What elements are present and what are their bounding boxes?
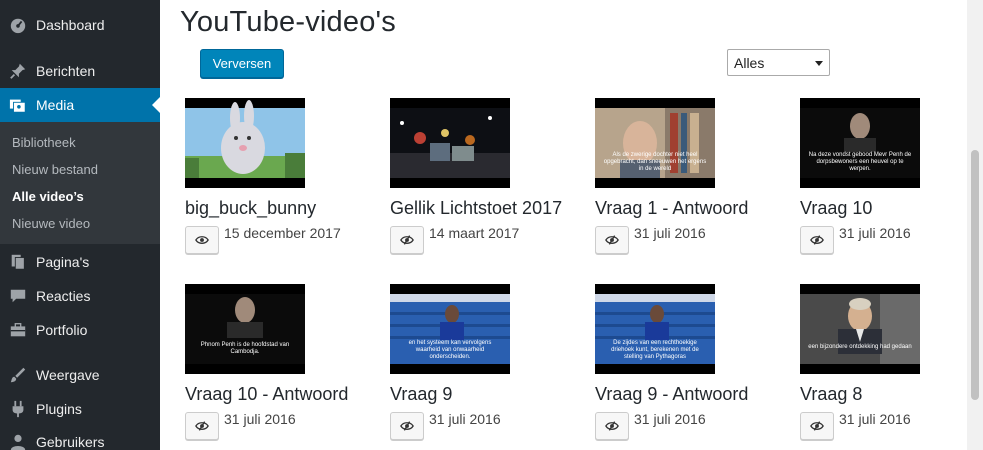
video-title[interactable]: Vraag 9	[390, 385, 575, 404]
menu-label-reacties: Reacties	[36, 288, 91, 304]
visibility-toggle-button[interactable]	[595, 226, 629, 254]
dashboard-icon	[8, 15, 28, 35]
video-card: big_buck_bunny 15 december 2017	[185, 98, 370, 254]
video-card: De zijdes van een rechthoekige driehoek …	[595, 284, 780, 440]
visibility-toggle-button[interactable]	[185, 226, 219, 254]
admin-sidebar: Dashboard Berichten Media Bibliotheek Ni…	[0, 0, 160, 450]
video-date: 14 maart 2017	[429, 225, 520, 241]
users-icon	[8, 432, 28, 450]
video-date: 15 december 2017	[224, 225, 341, 241]
video-card: Na deze vondst gebood Mevr Penh de dorps…	[800, 98, 983, 254]
video-thumbnail[interactable]: Na deze vondst gebood Mevr Penh de dorps…	[800, 98, 920, 188]
eye-slash-icon	[195, 421, 209, 431]
video-date: 31 juli 2016	[634, 225, 706, 241]
eye-slash-icon	[400, 235, 414, 245]
menu-item-plugins[interactable]: Plugins	[0, 392, 160, 426]
video-date: 31 juli 2016	[224, 411, 296, 427]
video-date: 31 juli 2016	[839, 411, 911, 427]
video-caption: De zijdes van een rechthoekige driehoek …	[611, 340, 699, 360]
video-thumbnail[interactable]: Als de zwerige dochter niet heel opgebra…	[595, 98, 715, 188]
eye-slash-icon	[810, 421, 824, 431]
video-thumbnail[interactable]: een bijzondere ontdekking had gedaan	[800, 284, 920, 374]
menu-label-gebruikers: Gebruikers	[36, 434, 105, 450]
video-date: 31 juli 2016	[634, 411, 706, 427]
menu-item-berichten[interactable]: Berichten	[0, 54, 160, 88]
video-caption: een bijzondere ontdekking had gedaan	[808, 344, 912, 350]
chevron-down-icon	[815, 61, 823, 66]
page-title: YouTube-video's	[180, 6, 396, 38]
plugins-icon	[8, 399, 28, 419]
refresh-button[interactable]: Verversen	[200, 49, 284, 78]
eye-slash-icon	[400, 421, 414, 431]
video-thumbnail[interactable]: De zijdes van een rechthoekige driehoek …	[595, 284, 715, 374]
pages-icon	[8, 252, 28, 272]
video-title[interactable]: Vraag 10	[800, 199, 983, 218]
media-icon	[8, 95, 28, 115]
pin-icon	[8, 61, 28, 81]
video-title[interactable]: Vraag 1 - Antwoord	[595, 199, 780, 218]
video-title[interactable]: Gellik Lichtstoet 2017	[390, 199, 575, 218]
visibility-toggle-button[interactable]	[800, 226, 834, 254]
media-submenu: Bibliotheek Nieuw bestand Alle video’s N…	[0, 122, 160, 244]
menu-item-weergave[interactable]: Weergave	[0, 358, 160, 392]
portfolio-icon	[8, 320, 28, 340]
video-card: Als de zwerige dochter niet heel opgebra…	[595, 98, 780, 254]
scrollbar-thumb[interactable]	[971, 150, 979, 400]
video-caption: en het systeem kan vervolgens waarheid v…	[408, 340, 492, 360]
visibility-toggle-button[interactable]	[185, 412, 219, 440]
submenu-nieuwe-video[interactable]: Nieuwe video	[12, 216, 90, 231]
submenu-bibliotheek[interactable]: Bibliotheek	[12, 135, 76, 150]
eye-slash-icon	[605, 421, 619, 431]
eye-icon	[195, 236, 209, 244]
video-card: een bijzondere ontdekking had gedaan Vra…	[800, 284, 983, 440]
visibility-toggle-button[interactable]	[800, 412, 834, 440]
video-date: 31 juli 2016	[429, 411, 501, 427]
video-title[interactable]: big_buck_bunny	[185, 199, 370, 218]
video-caption: Na deze vondst gebood Mevr Penh de dorps…	[808, 152, 912, 172]
visibility-toggle-button[interactable]	[390, 226, 424, 254]
video-title[interactable]: Vraag 10 - Antwoord	[185, 385, 370, 404]
video-card: en het systeem kan vervolgens waarheid v…	[390, 284, 575, 440]
video-title[interactable]: Vraag 8	[800, 385, 983, 404]
video-card: Phnom Penh is de hoofdstad van Cambodja.…	[185, 284, 370, 440]
menu-item-media[interactable]: Media	[0, 88, 160, 122]
video-thumbnail[interactable]	[390, 98, 510, 188]
menu-label-portfolio: Portfolio	[36, 322, 88, 338]
menu-label-plugins: Plugins	[36, 401, 82, 417]
menu-item-dashboard[interactable]: Dashboard	[0, 8, 160, 42]
video-date: 31 juli 2016	[839, 225, 911, 241]
menu-item-reacties[interactable]: Reacties	[0, 279, 160, 313]
menu-label-paginas: Pagina's	[36, 254, 90, 270]
video-thumbnail[interactable]: en het systeem kan vervolgens waarheid v…	[390, 284, 510, 374]
menu-item-gebruikers[interactable]: Gebruikers	[0, 425, 160, 450]
menu-label-media: Media	[36, 97, 75, 113]
video-caption: Phnom Penh is de hoofdstad van Cambodja.	[200, 342, 290, 355]
visibility-toggle-button[interactable]	[390, 412, 424, 440]
filter-select-value: Alles	[734, 54, 765, 71]
submenu-alle-videos[interactable]: Alle video’s	[12, 189, 84, 204]
filter-select[interactable]: Alles	[727, 49, 830, 76]
appearance-icon	[8, 365, 28, 385]
comments-icon	[8, 286, 28, 306]
video-card: Gellik Lichtstoet 2017 14 maart 2017	[390, 98, 575, 254]
menu-label-berichten: Berichten	[36, 63, 96, 79]
visibility-toggle-button[interactable]	[595, 412, 629, 440]
menu-item-paginas[interactable]: Pagina's	[0, 245, 160, 279]
submenu-nieuw-bestand[interactable]: Nieuw bestand	[12, 162, 98, 177]
eye-slash-icon	[810, 235, 824, 245]
video-thumbnail[interactable]: Phnom Penh is de hoofdstad van Cambodja.	[185, 284, 305, 374]
video-caption: Als de zwerige dochter niet heel opgebra…	[603, 152, 707, 172]
menu-label-dashboard: Dashboard	[36, 17, 105, 33]
menu-item-portfolio[interactable]: Portfolio	[0, 313, 160, 347]
video-title[interactable]: Vraag 9 - Antwoord	[595, 385, 780, 404]
video-thumbnail[interactable]	[185, 98, 305, 188]
menu-label-weergave: Weergave	[36, 367, 100, 383]
eye-slash-icon	[605, 235, 619, 245]
